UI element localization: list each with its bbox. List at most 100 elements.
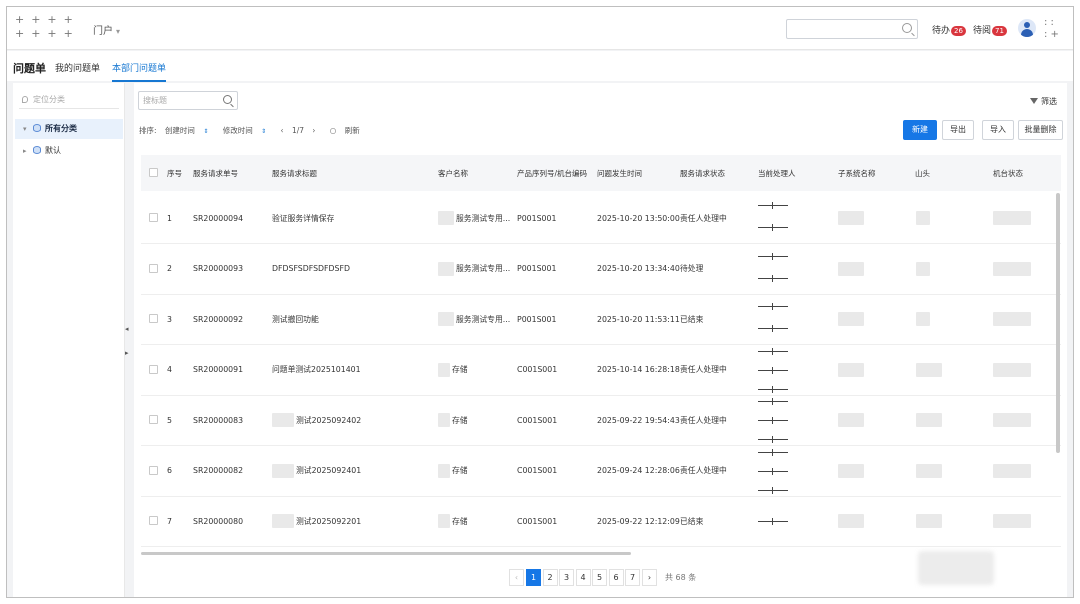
row-checkbox[interactable] xyxy=(149,465,158,475)
expand-right-icon[interactable]: ▸ xyxy=(125,347,131,359)
collapse-left-icon[interactable]: ◂ xyxy=(125,323,131,335)
export-button[interactable]: 导出 xyxy=(942,120,974,140)
column-header[interactable]: 服务请求单号 xyxy=(193,155,238,191)
column-header[interactable]: 客户名称 xyxy=(438,155,468,191)
row-checkbox[interactable] xyxy=(149,314,158,323)
serial-number-text: C001S001 xyxy=(517,466,558,475)
sort-label: 排序: xyxy=(139,126,157,135)
request-title[interactable]: 验证服务详情保存 xyxy=(272,193,334,243)
next-page-icon[interactable]: › xyxy=(312,126,315,135)
table-row[interactable]: 2 SR20000093 DFDSFSDFSDFDSFD 服务测试专用... P001S… xyxy=(141,244,1061,295)
row-number: 5 xyxy=(167,395,172,445)
column-header[interactable]: 问题发生时间 xyxy=(597,155,642,191)
page-button[interactable]: 4 xyxy=(575,569,591,586)
new-button[interactable]: 新建 xyxy=(903,120,937,140)
table-row[interactable]: 7 SR20000080 测试2025092201 存储 C001S001 2025-09… xyxy=(141,496,1061,547)
global-search-input[interactable] xyxy=(786,19,918,39)
request-id: SR20000080 xyxy=(193,496,243,546)
row-number-text: 7 xyxy=(167,516,172,526)
filter-button[interactable]: 筛选 xyxy=(1030,96,1057,107)
request-title[interactable]: 测试撤回功能 xyxy=(272,294,319,344)
blurred-area xyxy=(918,551,994,585)
prev-page-button[interactable]: ‹ xyxy=(509,569,524,586)
sort-modified-time[interactable]: 修改时间 ⇕ xyxy=(223,126,272,135)
todo-count-badge: 26 xyxy=(951,26,966,36)
refresh-icon: ○ xyxy=(329,126,337,135)
column-header[interactable]: 产品序列号/机台编码 xyxy=(517,155,591,191)
request-id: SR20000094 xyxy=(193,193,243,243)
select-all-checkbox[interactable] xyxy=(149,168,158,177)
handler-marker xyxy=(758,436,788,443)
page-button[interactable]: 3 xyxy=(559,569,574,586)
todo-link[interactable]: 待办 26 xyxy=(932,23,966,36)
request-title[interactable]: 问题单测试2025101401 xyxy=(272,345,361,395)
page-button[interactable]: 1 xyxy=(526,569,541,586)
batch-delete-button[interactable]: 批量删除 xyxy=(1018,120,1063,140)
row-checkbox[interactable] xyxy=(149,213,158,222)
redacted-block xyxy=(272,463,294,478)
sidebar-item-default[interactable]: ▸ 默认 xyxy=(15,141,123,161)
tab-department-issues[interactable]: 本部门问题单 xyxy=(112,61,167,82)
redacted-block xyxy=(438,463,450,478)
redacted-block xyxy=(993,514,1031,528)
prev-page-icon[interactable]: ‹ xyxy=(281,126,284,135)
avatar[interactable] xyxy=(1018,19,1036,37)
column-header[interactable]: 机台状态 xyxy=(993,155,1023,191)
request-title[interactable]: 测试2025092201 xyxy=(272,496,361,546)
column-header[interactable]: 当前处理人 xyxy=(758,155,796,191)
serial-number-text: P001S001 xyxy=(517,213,557,223)
row-number-text: 5 xyxy=(167,415,172,425)
redacted-block xyxy=(272,413,294,427)
redacted-block xyxy=(838,312,864,326)
request-title[interactable]: 测试2025092401 xyxy=(272,446,361,496)
machine-status xyxy=(993,193,1031,243)
request-status: 责任人处理中 xyxy=(680,446,727,496)
row-checkbox[interactable] xyxy=(149,364,158,374)
page-button[interactable]: 2 xyxy=(542,569,558,586)
machine-status xyxy=(993,244,1031,294)
request-title[interactable]: 测试2025092402 xyxy=(272,395,361,445)
app-grid-icon[interactable]: ++++ ++++ xyxy=(15,13,75,45)
serial-number: C001S001 xyxy=(517,496,557,546)
handler-marker xyxy=(758,448,788,456)
import-button[interactable]: 导入 xyxy=(982,120,1014,140)
title-search-input[interactable]: 搜标题 xyxy=(138,91,238,110)
customer-name: 服务测试专用... xyxy=(438,193,510,243)
locate-category-input[interactable]: 定位分类 xyxy=(19,91,119,109)
column-header[interactable]: 服务请求状态 xyxy=(680,155,725,191)
hill xyxy=(916,345,942,395)
column-header[interactable]: 服务请求标题 xyxy=(272,155,317,191)
redacted-block xyxy=(916,463,942,478)
request-title[interactable]: DFDSFSDFSDFDSFD xyxy=(272,244,350,294)
page-button[interactable]: 6 xyxy=(608,569,624,586)
request-status-text: 已结束 xyxy=(680,314,704,324)
database-icon xyxy=(33,146,41,154)
more-menu-icon[interactable]: : :: + xyxy=(1044,17,1066,43)
table-row[interactable]: 6 SR20000082 测试2025092401 存储 C001S001 2025-09… xyxy=(141,446,1061,497)
sort-created-time[interactable]: 创建时间 ⇕ xyxy=(165,126,214,135)
waiting-link[interactable]: 待阅 71 xyxy=(973,23,1007,36)
refresh-button[interactable]: ○ 刷新 xyxy=(330,126,366,135)
table-row[interactable]: 5 SR20000083 测试2025092402 存储 C001S001 2025-09… xyxy=(141,395,1061,446)
row-checkbox[interactable] xyxy=(149,516,158,525)
column-header[interactable]: 山头 xyxy=(915,155,930,191)
portal-switcher[interactable]: 门户 ▾ xyxy=(93,22,120,37)
tab-my-issues[interactable]: 我的问题单 xyxy=(55,61,100,74)
column-header[interactable]: 子系统名称 xyxy=(838,155,876,191)
sidebar-item-all[interactable]: ▾ 所有分类 xyxy=(15,119,123,139)
next-page-button[interactable]: › xyxy=(642,569,657,586)
vertical-scrollbar[interactable] xyxy=(1056,193,1060,453)
horizontal-scrollbar[interactable] xyxy=(141,552,631,555)
row-checkbox[interactable] xyxy=(149,263,158,273)
redacted-block xyxy=(838,211,864,225)
handler-marker xyxy=(758,347,788,355)
page-button[interactable]: 5 xyxy=(592,569,607,586)
table-row[interactable]: 3 SR20000092 测试撤回功能 服务测试专用... P001S001 2025-1… xyxy=(141,294,1061,345)
table-row[interactable]: 1 SR20000094 验证服务详情保存 服务测试专用... P001S001 2025… xyxy=(141,193,1061,244)
table-row[interactable]: 4 SR20000091 问题单测试2025101401 存储 C001S001 2025… xyxy=(141,345,1061,396)
page-button[interactable]: 7 xyxy=(625,569,640,586)
hill xyxy=(916,294,930,344)
redacted-block xyxy=(838,463,864,478)
row-checkbox[interactable] xyxy=(149,415,158,424)
column-header[interactable]: 序号 xyxy=(167,155,182,191)
